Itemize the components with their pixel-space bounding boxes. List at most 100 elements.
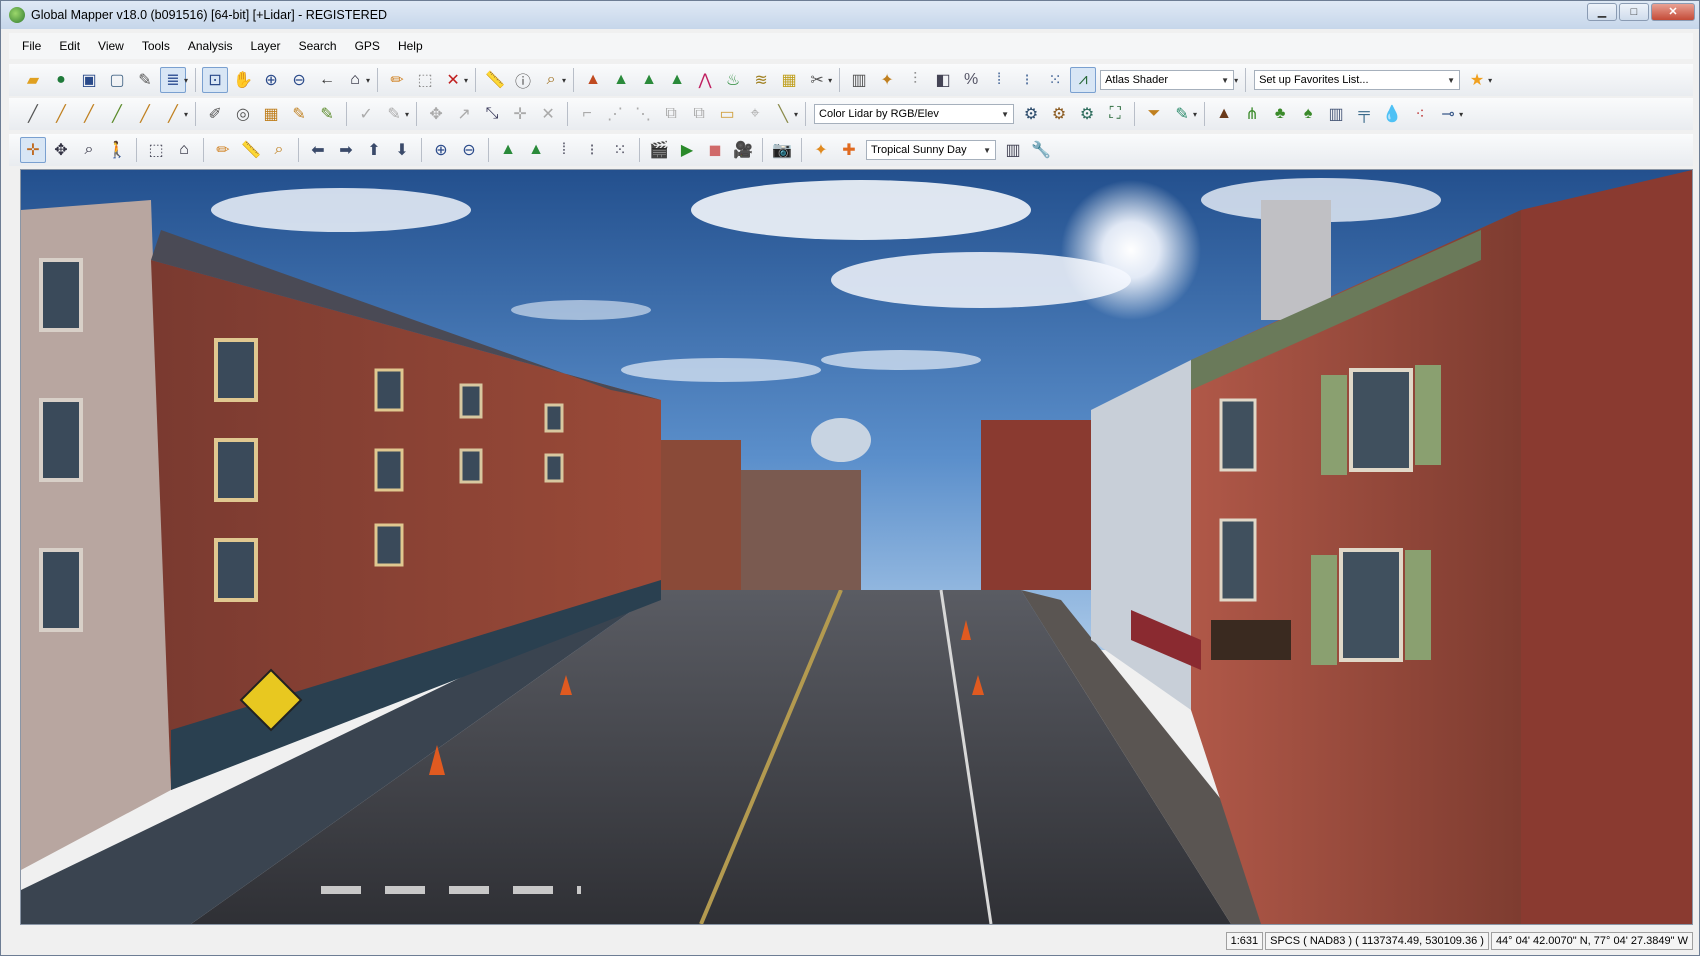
dim-dropdown-icon[interactable]: ▾ — [405, 110, 409, 119]
menu-analysis[interactable]: Analysis — [179, 39, 242, 53]
line-6-icon[interactable]: ╱ — [160, 101, 186, 127]
split-icon[interactable]: ✕ — [535, 101, 561, 127]
gear-1-icon[interactable]: ⚙ — [1018, 101, 1044, 127]
grass-icon[interactable]: ⋔ — [1239, 101, 1265, 127]
menu-layer[interactable]: Layer — [242, 39, 290, 53]
lidar-color-combo[interactable]: Color Lidar by RGB/Elev ▼ — [814, 104, 1015, 124]
elevation-icon[interactable]: ♨ — [720, 67, 746, 93]
join-icon[interactable]: ⋱ — [630, 101, 656, 127]
vertex-2-icon[interactable]: ⋰ — [602, 101, 628, 127]
title-bar[interactable]: Global Mapper v18.0 (b091516) [64-bit] [… — [1, 1, 1699, 29]
find-icon[interactable]: ⌕ — [538, 67, 564, 93]
peak-icon[interactable]: ▲ — [1211, 101, 1237, 127]
pan-hand-icon[interactable]: ✋ — [230, 67, 256, 93]
tree-2-icon[interactable]: ♠ — [1295, 101, 1321, 127]
sky-combo[interactable]: Tropical Sunny Day ▼ — [866, 140, 996, 160]
building-icon[interactable]: ▥ — [1323, 101, 1349, 127]
copy-icon[interactable]: ⧉ — [658, 101, 684, 127]
down-arrow-icon[interactable]: ⬇ — [389, 137, 415, 163]
open-folder-icon[interactable]: ▰ — [20, 67, 46, 93]
exaggerate-down-icon[interactable]: ⁝ — [579, 137, 605, 163]
line-2-icon[interactable]: ╱ — [48, 101, 74, 127]
save-icon[interactable]: ▣ — [76, 67, 102, 93]
lidar-icon[interactable]: ⁞ — [986, 67, 1012, 93]
zoom-out-icon[interactable]: ⊖ — [286, 67, 312, 93]
panel-icon[interactable]: ▥ — [1000, 137, 1026, 163]
menu-help[interactable]: Help — [389, 39, 432, 53]
line-dropdown-icon[interactable]: ▾ — [184, 110, 188, 119]
zoom-in-icon[interactable]: ⊕ — [428, 137, 454, 163]
info-icon[interactable]: ⓘ — [510, 67, 536, 93]
percent-icon[interactable]: % — [958, 67, 984, 93]
line-3-icon[interactable]: ╱ — [76, 101, 102, 127]
left-arrow-icon[interactable]: ⬅ — [305, 137, 331, 163]
move-icon[interactable]: ✥ — [48, 137, 74, 163]
film-icon[interactable]: 🎬 — [646, 137, 672, 163]
3d-viewport[interactable] — [20, 169, 1693, 925]
water-icon[interactable]: 💧 — [1379, 101, 1405, 127]
walk-icon[interactable]: 🚶 — [104, 137, 130, 163]
measure-icon[interactable]: 📏 — [238, 137, 264, 163]
powerline-icon[interactable]: ╤ — [1351, 101, 1377, 127]
raise-icon[interactable]: ▲ — [495, 137, 521, 163]
minimize-button[interactable]: ▁ — [1587, 3, 1617, 21]
check-icon[interactable]: ✓ — [353, 101, 379, 127]
line-4-icon[interactable]: ╱ — [104, 101, 130, 127]
magnify-icon[interactable]: ⌕ — [76, 137, 102, 163]
camera-icon[interactable]: 📷 — [769, 137, 795, 163]
home-dropdown-icon[interactable]: ▾ — [366, 76, 370, 85]
wrench-icon[interactable]: ✎ — [132, 67, 158, 93]
terrain-icon[interactable]: ▲ — [580, 67, 606, 93]
record-icon[interactable]: 🎥 — [730, 137, 756, 163]
path-icon[interactable]: ⌕ — [266, 137, 292, 163]
pin-icon[interactable]: ⌖ — [742, 101, 768, 127]
cube-icon[interactable]: ⬚ — [143, 137, 169, 163]
3d-icon[interactable]: ◧ — [930, 67, 956, 93]
lower-icon[interactable]: ▲ — [523, 137, 549, 163]
pin-dropdown-icon[interactable]: ▾ — [1459, 110, 1463, 119]
classify-icon[interactable]: ⁙ — [1042, 67, 1068, 93]
measure-icon[interactable]: 📏 — [482, 67, 508, 93]
up-arrow-icon[interactable]: ⬆ — [361, 137, 387, 163]
maximize-button[interactable]: □ — [1619, 3, 1649, 21]
pencil-icon[interactable]: ✏ — [210, 137, 236, 163]
layers-dropdown-icon[interactable]: ▾ — [184, 76, 188, 85]
line-5-icon[interactable]: ╱ — [132, 101, 158, 127]
digitize-icon[interactable]: ✐ — [202, 101, 228, 127]
measure-dropdown-icon[interactable]: ▾ — [794, 110, 798, 119]
cut-line-icon[interactable]: ⌐ — [574, 101, 600, 127]
edit-feature-dropdown-icon[interactable]: ▾ — [1193, 110, 1197, 119]
shader-dropdown-icon[interactable]: ▾ — [1234, 76, 1238, 85]
shader-icon[interactable]: ⩘ — [1070, 67, 1097, 93]
crosshair-icon[interactable]: ✛ — [20, 137, 46, 163]
tree-1-icon[interactable]: ♣ — [1267, 101, 1293, 127]
menu-view[interactable]: View — [89, 39, 133, 53]
dim-icon[interactable]: ✎ — [381, 101, 407, 127]
settings-icon[interactable]: 🔧 — [1028, 137, 1054, 163]
zoom-in-icon[interactable]: ⊕ — [258, 67, 284, 93]
grid-icon[interactable]: ≋ — [748, 67, 774, 93]
screen-icon[interactable]: ▢ — [104, 67, 130, 93]
star-icon[interactable]: ★ — [1464, 67, 1490, 93]
cut-icon[interactable]: ✂ — [804, 67, 830, 93]
zoom-out-icon[interactable]: ⊖ — [456, 137, 482, 163]
contour-icon[interactable]: ▲ — [608, 67, 634, 93]
favorites-combo[interactable]: Set up Favorites List... ▼ — [1254, 70, 1461, 90]
sun-icon[interactable]: ✦ — [808, 137, 834, 163]
gear-4-icon[interactable]: ⛶ — [1102, 101, 1128, 127]
edit-icon[interactable]: ✎ — [286, 101, 312, 127]
lidar-filter-icon[interactable]: ⁝ — [1014, 67, 1040, 93]
layout-icon[interactable]: ▥ — [846, 67, 872, 93]
split-icon[interactable]: ⫶ — [902, 67, 928, 93]
menu-file[interactable]: File — [13, 39, 50, 53]
gear-3-icon[interactable]: ⚙ — [1074, 101, 1100, 127]
pencil-icon[interactable]: ✏ — [384, 67, 410, 93]
layers-icon[interactable]: ≣ — [160, 67, 186, 93]
mountain-icon[interactable]: ▲ — [664, 67, 690, 93]
rotate-icon[interactable]: ↗ — [451, 101, 477, 127]
back-arrow-icon[interactable]: ← — [314, 67, 340, 93]
menu-tools[interactable]: Tools — [133, 39, 179, 53]
home-icon[interactable]: ⌂ — [171, 137, 197, 163]
vertex-icon[interactable]: ✎ — [314, 101, 340, 127]
cross-icon[interactable]: ✚ — [836, 137, 862, 163]
